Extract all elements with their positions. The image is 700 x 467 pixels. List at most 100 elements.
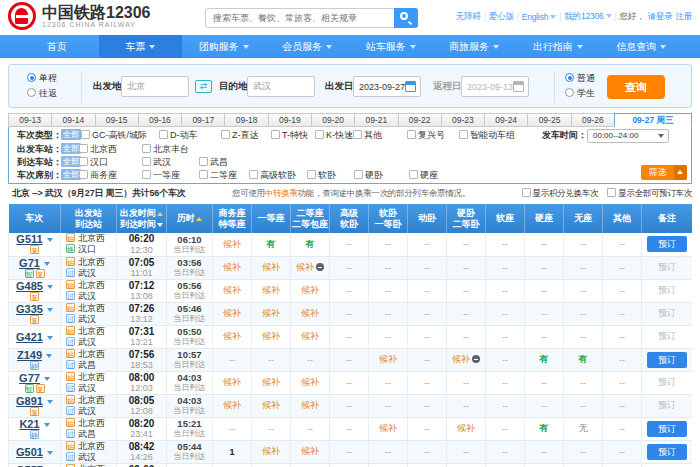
seat-cell[interactable]: 候补 (291, 302, 330, 325)
search-button[interactable] (394, 8, 418, 28)
nav-item-车票[interactable]: 车票 (99, 35, 183, 58)
train-number-link[interactable]: G77 (19, 372, 40, 384)
filter-all-button[interactable]: 全部 (61, 156, 81, 167)
book-button[interactable]: 预订 (647, 236, 687, 252)
filter-option-北京丰台[interactable]: 北京丰台 (142, 143, 189, 156)
seat-cell[interactable]: 候补 (252, 463, 291, 467)
nav-item-首页[interactable]: 首页 (15, 35, 99, 58)
seat-cell[interactable]: 候补 (291, 463, 330, 467)
seat-cell[interactable]: 有 (525, 348, 564, 371)
seat-cell[interactable]: 候补 (291, 256, 330, 279)
filter-all-button[interactable]: 全部 (61, 143, 81, 154)
train-number-link[interactable]: G511 (16, 233, 42, 245)
depart-date-input[interactable]: 2023-09-27 (353, 76, 421, 97)
train-number-link[interactable]: G71 (19, 257, 40, 269)
seat-cell[interactable]: 有 (564, 348, 603, 371)
seat-cell[interactable]: 候补 (291, 371, 330, 394)
seat-cell[interactable]: 有 (525, 417, 564, 440)
expand-train-icon[interactable] (44, 423, 50, 427)
expand-train-icon[interactable] (46, 354, 52, 358)
return-date-input[interactable]: 2023-09-13 (461, 76, 529, 97)
filter-option-硬卧[interactable]: 硬卧 (354, 169, 383, 182)
seat-cell[interactable]: 候补 (252, 325, 291, 348)
filter-option-复兴号[interactable]: 复兴号 (407, 129, 445, 142)
filter-option-其他[interactable]: 其他 (353, 129, 382, 142)
date-tab-09-18[interactable]: 09-18 (224, 113, 267, 127)
filter-option-Z-直达[interactable]: Z-直达 (221, 129, 259, 142)
expand-train-icon[interactable] (47, 336, 53, 340)
filter-option-高级软卧[interactable]: 高级软卧 (249, 169, 296, 182)
train-number-link[interactable]: G557 (16, 464, 43, 467)
expand-train-icon[interactable] (44, 262, 50, 266)
seat-cell[interactable]: 候补 (291, 325, 330, 348)
train-number-link[interactable]: Z149 (17, 349, 42, 361)
filter-option-一等座[interactable]: 一等座 (142, 169, 180, 182)
train-number-link[interactable]: G501 (16, 446, 43, 458)
query-button[interactable]: 查询 (607, 75, 665, 99)
seat-cell[interactable]: 候补 (213, 325, 252, 348)
filter-option-GC-高铁/城际[interactable]: GC-高铁/城际 (81, 129, 147, 142)
date-tab-09-20[interactable]: 09-20 (311, 113, 354, 127)
filter-option-汉口[interactable]: 汉口 (79, 156, 108, 169)
date-tab-09-26[interactable]: 09-26 (571, 113, 614, 127)
swap-stations-icon[interactable]: ⇄ (195, 80, 212, 93)
trip-oneway-radio[interactable]: 单程 (27, 72, 57, 85)
seat-cell[interactable]: 候补 (252, 302, 291, 325)
filter-option-K-快速[interactable]: K-快速 (315, 129, 353, 142)
seat-cell[interactable]: 候补 (369, 348, 408, 371)
filter-all-button[interactable]: 全部 (61, 169, 81, 180)
expand-train-icon[interactable] (47, 451, 53, 455)
seat-cell[interactable]: 候补 (213, 371, 252, 394)
filter-option-二等座[interactable]: 二等座 (199, 169, 237, 182)
train-number-link[interactable]: G335 (16, 303, 43, 315)
seat-cell[interactable]: 候补 (213, 233, 252, 256)
passenger-student-radio[interactable]: 学生 (565, 87, 595, 100)
seat-cell[interactable]: 有 (252, 233, 291, 256)
expand-train-icon[interactable] (47, 285, 53, 289)
date-tab-09-24[interactable]: 09-24 (484, 113, 527, 127)
seat-cell[interactable]: 候补 (291, 394, 330, 417)
filter-option-T-特快[interactable]: T-特快 (271, 129, 308, 142)
expand-train-icon[interactable] (47, 308, 53, 312)
date-tab-09-19[interactable]: 09-19 (268, 113, 311, 127)
filter-option-软卧[interactable]: 软卧 (307, 169, 336, 182)
nav-item-团购服务[interactable]: 团购服务 (182, 35, 266, 58)
seat-cell[interactable]: 候补 (447, 348, 486, 371)
link-care-version[interactable]: 爱心版 (489, 11, 514, 23)
from-input[interactable]: 北京 (121, 76, 189, 97)
seat-cell[interactable]: 候补 (213, 279, 252, 302)
show-bookable-trains-checkbox[interactable]: 显示全部可预订车次 (607, 188, 692, 198)
logo[interactable]: 中国铁路12306 12306 CHINA RAILWAY (8, 2, 151, 30)
seat-cell[interactable]: 候补 (252, 394, 291, 417)
transfer-link[interactable]: 中转换乘 (265, 188, 298, 198)
date-tab-09-13[interactable]: 09-13 (8, 113, 51, 127)
book-button[interactable]: 预订 (647, 444, 687, 460)
train-number-link[interactable]: G485 (16, 280, 43, 292)
train-number-link[interactable]: K21 (19, 418, 39, 430)
date-tab-09-21[interactable]: 09-21 (354, 113, 397, 127)
filter-option-智能动车组[interactable]: 智能动车组 (459, 129, 515, 142)
seat-cell[interactable]: 候补 (252, 440, 291, 463)
train-number-link[interactable]: G421 (16, 331, 43, 343)
seat-cell[interactable]: 候补 (252, 256, 291, 279)
filter-all-button[interactable]: 全部 (61, 129, 81, 140)
passenger-normal-radio[interactable]: 普通 (565, 72, 595, 85)
seat-cell[interactable]: 候补 (252, 279, 291, 302)
nav-item-信息查询[interactable]: 信息查询 (600, 35, 684, 58)
seat-cell[interactable]: 候补 (252, 371, 291, 394)
nav-item-出行指南[interactable]: 出行指南 (516, 35, 600, 58)
date-tab-09-25[interactable]: 09-25 (527, 113, 570, 127)
trip-round-radio[interactable]: 往返 (27, 87, 57, 100)
seat-cell[interactable]: 候补 (291, 440, 330, 463)
column-header-出发时间[interactable]: 出发时间到达时间 (117, 204, 167, 233)
register-link[interactable]: 注册 (675, 11, 692, 23)
to-input[interactable]: 武汉 (247, 76, 315, 97)
date-tab-09-16[interactable]: 09-16 (138, 113, 181, 127)
seat-cell[interactable]: 候补 (447, 417, 486, 440)
site-search[interactable] (205, 8, 418, 28)
book-button[interactable]: 预订 (647, 421, 687, 437)
filter-option-北京西[interactable]: 北京西 (79, 143, 117, 156)
date-tab-09-14[interactable]: 09-14 (51, 113, 94, 127)
seat-cell[interactable]: 候补 (213, 463, 252, 467)
seat-cell[interactable]: 有 (291, 233, 330, 256)
